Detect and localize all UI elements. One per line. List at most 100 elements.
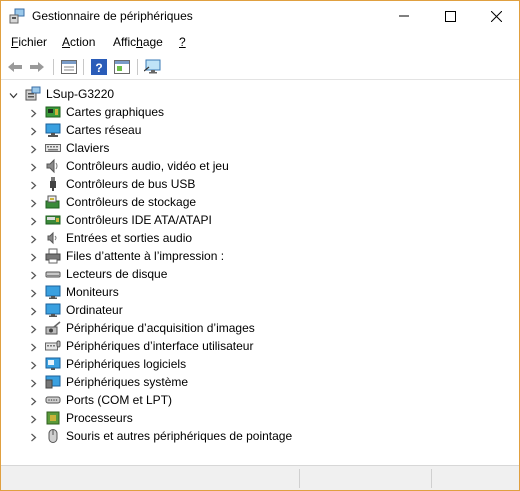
chevron-right-icon[interactable]: [29, 269, 38, 280]
tree-item[interactable]: Périphériques logiciels: [1, 355, 519, 373]
tree-item[interactable]: Cartes graphiques: [1, 103, 519, 121]
tree-item[interactable]: Périphérique d’acquisition d’images: [1, 319, 519, 337]
chevron-right-icon[interactable]: [29, 143, 38, 154]
tree-item-label: Contrôleurs audio, vidéo et jeu: [66, 159, 229, 173]
display-adapter-icon: [45, 104, 61, 120]
ide-controller-icon: [45, 212, 61, 228]
tree-item[interactable]: Cartes réseau: [1, 121, 519, 139]
tree-item[interactable]: Périphériques d’interface utilisateur: [1, 337, 519, 355]
chevron-right-icon[interactable]: [29, 179, 38, 190]
keyboard-icon: [45, 140, 61, 156]
toolbar: ?: [1, 54, 519, 80]
menu-affichage[interactable]: Affichage: [113, 35, 163, 49]
tree-item[interactable]: Lecteurs de disque: [1, 265, 519, 283]
status-cell: [299, 469, 431, 488]
tree-item-label: Lecteurs de disque: [66, 267, 168, 281]
show-hide-icon[interactable]: [113, 58, 131, 76]
menu-help[interactable]: ?: [179, 35, 186, 49]
title-bar[interactable]: Gestionnaire de périphériques: [1, 1, 519, 31]
toolbar-separator: [83, 59, 84, 75]
maximize-button[interactable]: [427, 1, 473, 31]
toolbar-separator: [53, 59, 54, 75]
chevron-right-icon[interactable]: [29, 413, 38, 424]
device-tree: LSup-G3220 Cartes graphiques Cartes résea…: [1, 81, 519, 464]
properties-icon[interactable]: [60, 58, 78, 76]
tree-item[interactable]: Entrées et sorties audio: [1, 229, 519, 247]
status-cell: [431, 469, 519, 488]
tree-item-label: Cartes graphiques: [66, 105, 165, 119]
chevron-right-icon[interactable]: [29, 395, 38, 406]
window-title: Gestionnaire de périphériques: [32, 9, 193, 23]
camera-icon: [45, 320, 61, 336]
tree-item-label: Contrôleurs de stockage: [66, 195, 197, 209]
printer-icon: [45, 248, 61, 264]
chevron-down-icon[interactable]: [9, 89, 18, 99]
port-icon: [45, 392, 61, 408]
chevron-right-icon[interactable]: [29, 377, 38, 388]
storage-controller-icon: [45, 194, 61, 210]
software-device-icon: [45, 356, 61, 372]
tree-item[interactable]: Moniteurs: [1, 283, 519, 301]
tree-item[interactable]: Files d’attente à l’impression :: [1, 247, 519, 265]
chevron-right-icon[interactable]: [29, 359, 38, 370]
tree-item-label: Souris et autres périphériques de pointa…: [66, 429, 293, 443]
tree-item-label: Périphériques système: [66, 375, 189, 389]
menu-bar: Fichier Action Affichage ?: [1, 32, 519, 53]
tree-item-label: Cartes réseau: [66, 123, 142, 137]
device-manager-window: Gestionnaire de périphériques Fichier Ac…: [0, 0, 520, 491]
chevron-right-icon[interactable]: [29, 161, 38, 172]
tree-item[interactable]: Périphériques système: [1, 373, 519, 391]
scan-hardware-icon[interactable]: [144, 58, 162, 76]
computer-icon: [45, 302, 61, 318]
help-icon[interactable]: ?: [90, 58, 108, 76]
chevron-right-icon[interactable]: [29, 341, 38, 352]
tree-item-label: Périphériques logiciels: [66, 357, 187, 371]
tree-item[interactable]: Contrôleurs IDE ATA/ATAPI: [1, 211, 519, 229]
chevron-right-icon[interactable]: [29, 305, 38, 316]
chevron-right-icon[interactable]: [29, 125, 38, 136]
chevron-right-icon[interactable]: [29, 251, 38, 262]
tree-item[interactable]: Claviers: [1, 139, 519, 157]
chevron-right-icon[interactable]: [29, 107, 38, 118]
tree-item[interactable]: Contrôleurs de bus USB: [1, 175, 519, 193]
tree-item[interactable]: Ordinateur: [1, 301, 519, 319]
computer-icon: [25, 86, 41, 102]
tree-item-label: Claviers: [66, 141, 110, 155]
menu-fichier[interactable]: Fichier: [11, 35, 47, 49]
chevron-right-icon[interactable]: [29, 215, 38, 226]
mouse-icon: [45, 428, 61, 444]
chevron-right-icon[interactable]: [29, 323, 38, 334]
tree-item-label: Périphérique d’acquisition d’images: [66, 321, 255, 335]
svg-text:?: ?: [95, 61, 102, 75]
minimize-button[interactable]: [381, 1, 427, 31]
system-device-icon: [45, 374, 61, 390]
chevron-right-icon[interactable]: [29, 233, 38, 244]
tree-item[interactable]: Ports (COM et LPT): [1, 391, 519, 409]
chevron-right-icon[interactable]: [29, 431, 38, 442]
tree-root-label: LSup-G3220: [46, 87, 115, 101]
menu-action[interactable]: Action: [62, 35, 95, 49]
tree-item-label: Files d’attente à l’impression :: [66, 249, 225, 263]
tree-item[interactable]: Processeurs: [1, 409, 519, 427]
network-adapter-icon: [45, 122, 61, 138]
tree-item-label: Ports (COM et LPT): [66, 393, 173, 407]
tree-item-label: Ordinateur: [66, 303, 123, 317]
tree-item-label: Moniteurs: [66, 285, 119, 299]
tree-item[interactable]: Contrôleurs de stockage: [1, 193, 519, 211]
tree-item-label: Processeurs: [66, 411, 133, 425]
tree-item-label: Contrôleurs IDE ATA/ATAPI: [66, 213, 212, 227]
monitor-icon: [45, 284, 61, 300]
tree-root[interactable]: LSup-G3220: [1, 85, 519, 103]
chevron-right-icon[interactable]: [29, 197, 38, 208]
tree-item[interactable]: Souris et autres périphériques de pointa…: [1, 427, 519, 445]
speaker-icon: [45, 158, 61, 174]
chevron-right-icon[interactable]: [29, 287, 38, 298]
audio-io-icon: [45, 230, 61, 246]
tree-item-label: Contrôleurs de bus USB: [66, 177, 196, 191]
close-button[interactable]: [473, 1, 519, 31]
back-icon[interactable]: [6, 58, 24, 76]
status-bar: [1, 465, 519, 490]
device-manager-icon: [9, 8, 25, 24]
forward-icon[interactable]: [28, 58, 46, 76]
tree-item[interactable]: Contrôleurs audio, vidéo et jeu: [1, 157, 519, 175]
